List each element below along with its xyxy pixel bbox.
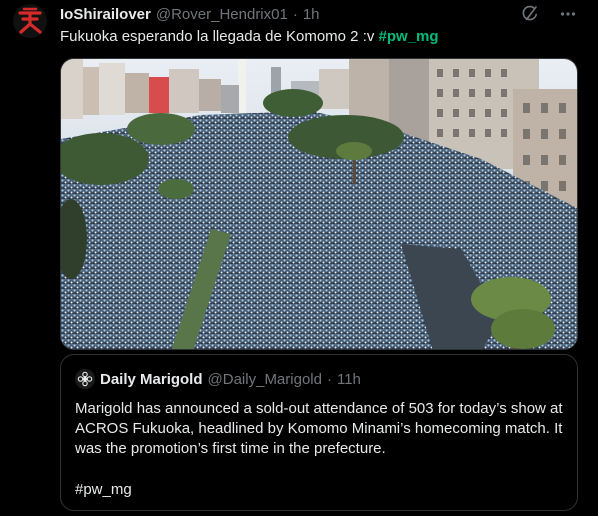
- author-avatar[interactable]: [13, 4, 47, 38]
- quoted-tweet-header: Daily Marigold @Daily_Marigold · 11h: [75, 369, 361, 389]
- tweet[interactable]: IoShirailover @Rover_Hendrix01 · 1h Fuku…: [0, 0, 598, 516]
- tweet-actions-top: [520, 4, 578, 24]
- tweet-text-main: Fukuoka esperando la llegada de Komomo 2…: [60, 28, 379, 45]
- quoted-tweet-hashtag: #pw_mg: [75, 481, 132, 498]
- quoted-author-name: Daily Marigold: [100, 370, 203, 388]
- tweet-media-photo[interactable]: [60, 58, 578, 350]
- author-name[interactable]: IoShirailover: [60, 6, 151, 23]
- author-handle[interactable]: @Rover_Hendrix01: [156, 6, 288, 23]
- more-icon[interactable]: [558, 4, 578, 24]
- grok-icon[interactable]: [520, 4, 540, 24]
- tweet-header: IoShirailover @Rover_Hendrix01 · 1h: [60, 4, 320, 24]
- quoted-separator-dot: ·: [326, 370, 332, 388]
- tweet-text: Fukuoka esperando la llegada de Komomo 2…: [60, 27, 439, 47]
- avatar-logo-icon: [13, 4, 47, 38]
- tweet-timestamp[interactable]: 1h: [303, 6, 320, 23]
- quoted-tweet-text: Marigold has announced a sold-out attend…: [75, 399, 567, 459]
- separator-dot: ·: [292, 5, 298, 23]
- quoted-timestamp: 11h: [336, 370, 361, 388]
- quoted-author-handle: @Daily_Marigold: [207, 370, 322, 388]
- tweet-hashtag-link[interactable]: #pw_mg: [379, 28, 439, 45]
- quoted-tweet-body: Marigold has announced a sold-out attend…: [75, 400, 563, 457]
- quoted-tweet[interactable]: Daily Marigold @Daily_Marigold · 11h Mar…: [60, 354, 578, 511]
- flower-logo-icon: [77, 371, 93, 387]
- quoted-author-avatar: [75, 369, 95, 389]
- crowd-photo-image: [61, 59, 577, 349]
